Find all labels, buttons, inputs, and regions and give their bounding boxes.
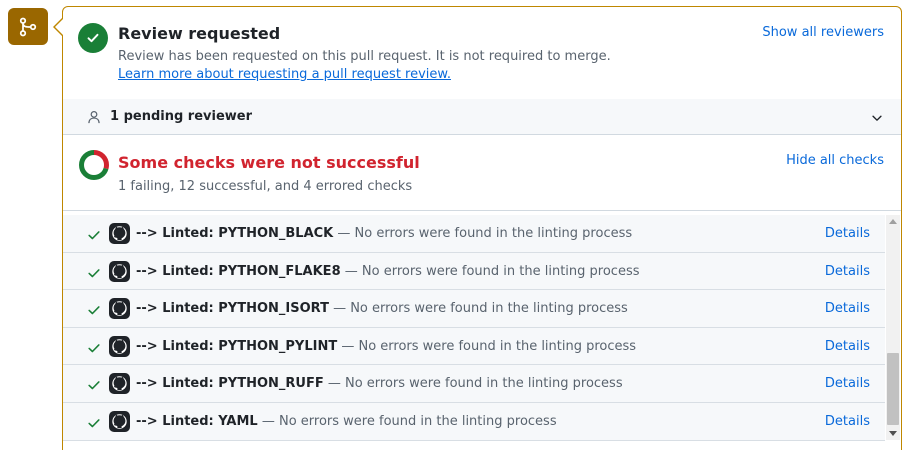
check-row: --> Linted: PYTHON_BLACK — No errors wer…	[63, 215, 885, 253]
check-details-link[interactable]: Details	[825, 226, 870, 241]
check-description: — No errors were found in the linting pr…	[257, 413, 557, 429]
check-description: — No errors were found in the linting pr…	[340, 263, 640, 279]
merge-box: Review requested Review has been request…	[62, 6, 902, 450]
check-name: --> Linted: PYTHON_BLACK	[136, 226, 334, 241]
checks-summary: 1 failing, 12 successful, and 4 errored …	[118, 179, 413, 194]
check-text: --> Linted: PYTHON_FLAKE8 — No errors we…	[136, 264, 640, 279]
check-description: — No errors were found in the linting pr…	[328, 301, 628, 317]
scroll-down-icon[interactable]	[886, 428, 900, 440]
check-description: — No errors were found in the linting pr…	[333, 226, 633, 241]
check-details-link[interactable]: Details	[825, 339, 870, 354]
check-row: --> Linted: PYTHON_PYLINT — No errors we…	[63, 327, 885, 366]
review-title: Review requested	[118, 24, 281, 43]
check-details-link[interactable]: Details	[825, 414, 870, 429]
check-row: --> Linted: PYTHON_FLAKE8 — No errors we…	[63, 252, 885, 291]
check-text: --> Linted: PYTHON_BLACK — No errors wer…	[136, 226, 632, 241]
check-text: --> Linted: PYTHON_RUFF — No errors were…	[136, 376, 623, 391]
check-text: --> Linted: PYTHON_PYLINT — No errors we…	[136, 339, 636, 354]
check-name: --> Linted: PYTHON_ISORT	[136, 301, 329, 317]
check-name: --> Linted: PYTHON_FLAKE8	[136, 263, 341, 279]
check-details-link[interactable]: Details	[825, 301, 870, 316]
timeline-caret-fill	[55, 19, 63, 35]
github-logo-icon	[109, 373, 130, 395]
github-logo-icon	[109, 260, 130, 282]
review-description: Review has been requested on this pull r…	[118, 49, 611, 64]
checks-donut-icon	[78, 149, 110, 185]
github-logo-icon	[109, 410, 130, 432]
check-details-link[interactable]: Details	[825, 264, 870, 279]
person-icon	[87, 109, 101, 128]
hide-all-checks-button[interactable]: Hide all checks	[786, 153, 884, 168]
check-name: --> Linted: YAML	[136, 413, 258, 429]
checks-scrollbar[interactable]	[886, 215, 900, 440]
check-text: --> Linted: YAML — No errors were found …	[136, 414, 557, 429]
scrollbar-thumb[interactable]	[887, 353, 899, 425]
check-icon	[87, 377, 101, 396]
check-text: --> Linted: PYTHON_ISORT — No errors wer…	[136, 301, 628, 316]
check-icon	[87, 265, 101, 284]
checks-summary-section: Some checks were not successful 1 failin…	[63, 136, 901, 211]
check-icon	[87, 340, 101, 359]
pending-reviewer-label: 1 pending reviewer	[110, 109, 253, 124]
check-icon	[87, 227, 101, 246]
check-name: --> Linted: PYTHON_RUFF	[136, 376, 324, 392]
scroll-up-icon[interactable]	[886, 215, 900, 227]
pending-reviewers-toggle[interactable]: 1 pending reviewer	[63, 99, 901, 135]
check-description: — No errors were found in the linting pr…	[337, 338, 637, 354]
check-icon	[87, 415, 101, 434]
git-merge-icon	[8, 8, 48, 45]
check-name: --> Linted: PYTHON_PYLINT	[136, 338, 338, 354]
learn-more-link[interactable]: Learn more about requesting a pull reque…	[118, 67, 451, 82]
review-requested-section: Review requested Review has been request…	[63, 7, 901, 99]
checks-title: Some checks were not successful	[118, 153, 420, 172]
github-logo-icon	[109, 335, 130, 357]
github-logo-icon	[109, 223, 130, 244]
check-row: --> Linted: PYTHON_RUFF — No errors were…	[63, 365, 885, 403]
check-details-link[interactable]: Details	[825, 376, 870, 391]
check-row: --> Linted: PYTHON_ISORT — No errors wer…	[63, 290, 885, 328]
check-description: — No errors were found in the linting pr…	[323, 376, 623, 392]
checks-list: --> Linted: PYTHON_BLACK — No errors wer…	[63, 215, 885, 450]
check-icon	[87, 302, 101, 321]
chevron-down-icon[interactable]	[870, 110, 884, 129]
check-row: --> Linted: YAML — No errors were found …	[63, 402, 885, 441]
show-all-reviewers-button[interactable]: Show all reviewers	[762, 25, 884, 40]
github-logo-icon	[109, 298, 130, 320]
check-circle-icon	[78, 23, 108, 53]
